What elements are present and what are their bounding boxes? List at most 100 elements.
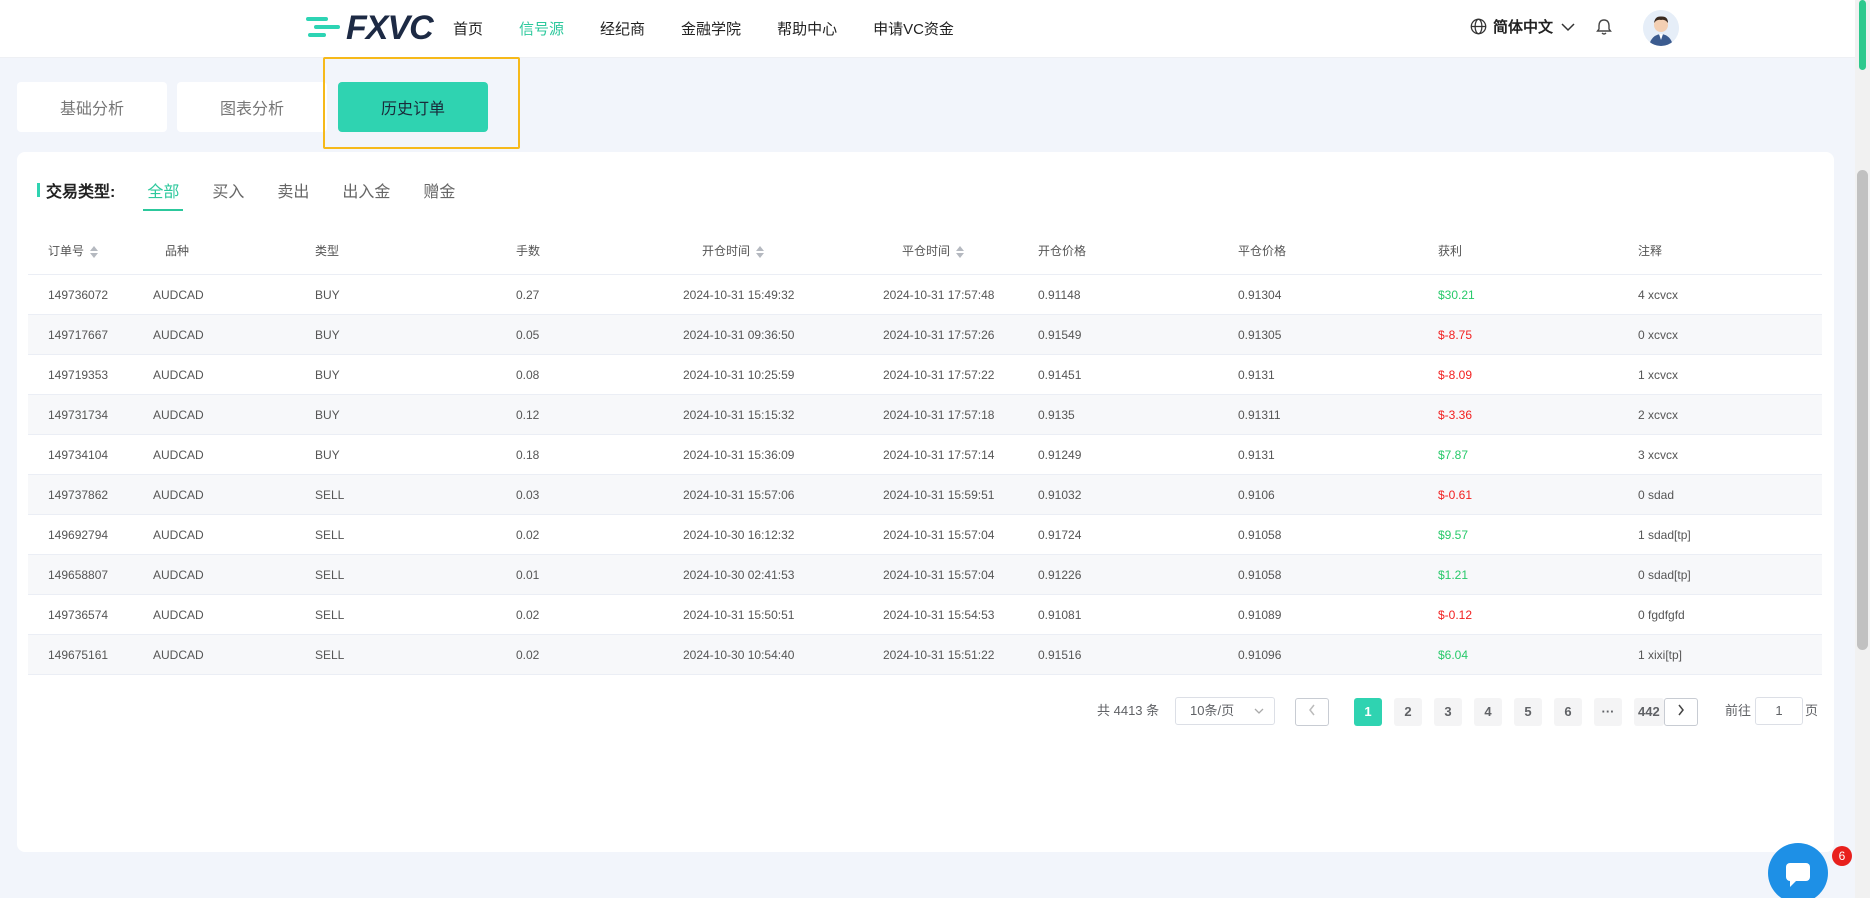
cell-open-time: 2024-10-31 15:36:09 — [683, 448, 795, 462]
filter-all[interactable]: 全部 — [143, 176, 184, 211]
language-selector[interactable]: 简体中文 — [1470, 16, 1581, 37]
nav-brokers[interactable]: 经纪商 — [600, 18, 645, 39]
cell-symbol: AUDCAD — [153, 448, 204, 462]
page-button-6[interactable]: 6 — [1554, 698, 1582, 726]
cell-open-time: 2024-10-30 10:54:40 — [683, 648, 795, 662]
col-close-price: 平仓价格 — [1238, 228, 1286, 275]
cell-close-time: 2024-10-31 17:57:18 — [883, 408, 995, 422]
col-order-id[interactable]: 订单号 — [48, 228, 99, 275]
col-type-label: 类型 — [315, 244, 340, 258]
chevron-right-icon — [1678, 704, 1684, 716]
col-open-price: 开仓价格 — [1038, 228, 1086, 275]
filter-bonus[interactable]: 赠金 — [419, 176, 459, 204]
col-profit-label: 获利 — [1438, 244, 1463, 258]
cell-profit: $-3.36 — [1438, 408, 1473, 422]
sort-icon[interactable] — [756, 245, 765, 258]
cell-close-price: 0.9106 — [1238, 488, 1275, 502]
tab-chart-analysis[interactable]: 图表分析 — [177, 82, 327, 132]
filter-deposit-withdraw[interactable]: 出入金 — [338, 176, 394, 204]
cell-symbol: AUDCAD — [153, 648, 204, 662]
col-close-price-label: 平仓价格 — [1238, 244, 1287, 258]
goto-page-input[interactable]: 1 — [1755, 697, 1803, 725]
col-close-time[interactable]: 平仓时间 — [902, 228, 965, 275]
cell-comment: 0 sdad[tp] — [1638, 568, 1691, 582]
fxvc-logo[interactable]: FXVC — [306, 11, 434, 45]
chat-bubble-icon — [1786, 863, 1810, 887]
nav-signals[interactable]: 信号源 — [519, 18, 564, 39]
cell-type: SELL — [315, 648, 345, 662]
notification-bell-icon[interactable] — [1596, 18, 1612, 41]
cell-open-time: 2024-10-31 15:50:51 — [683, 608, 795, 622]
cell-close-time: 2024-10-31 17:57:22 — [883, 368, 995, 382]
more-pages-button[interactable]: ··· — [1594, 698, 1622, 726]
table-row: 149736574 AUDCAD SELL 0.02 2024-10-31 15:50:… — [28, 595, 1822, 635]
cell-type: SELL — [315, 608, 345, 622]
filter-buy[interactable]: 买入 — [208, 176, 248, 204]
cell-lots: 0.08 — [516, 368, 540, 382]
cell-profit: $-8.75 — [1438, 328, 1473, 342]
page-button-2[interactable]: 2 — [1394, 698, 1422, 726]
col-lots-label: 手数 — [516, 244, 541, 258]
chevron-down-icon — [1561, 22, 1575, 31]
cell-comment: 4 xcvcx — [1638, 288, 1679, 302]
cell-profit: $1.21 — [1438, 568, 1469, 582]
cell-order-id: 149736072 — [48, 288, 109, 302]
nav-academy[interactable]: 金融学院 — [681, 18, 741, 39]
cell-close-time: 2024-10-31 15:51:22 — [883, 648, 995, 662]
cell-close-time: 2024-10-31 17:57:14 — [883, 448, 995, 462]
cell-close-time: 2024-10-31 17:57:48 — [883, 288, 995, 302]
nav-apply-vc[interactable]: 申请VC资金 — [873, 18, 954, 39]
cell-comment: 0 sdad — [1638, 488, 1675, 502]
page-button-1[interactable]: 1 — [1354, 698, 1382, 726]
cell-symbol: AUDCAD — [153, 288, 204, 302]
cell-order-id: 149737862 — [48, 488, 109, 502]
filter-sell[interactable]: 卖出 — [273, 176, 313, 204]
cell-close-time: 2024-10-31 17:57:26 — [883, 328, 995, 342]
page-size-select[interactable]: 10条/页 — [1175, 697, 1275, 725]
cell-close-time: 2024-10-31 15:59:51 — [883, 488, 995, 502]
cell-open-price: 0.91032 — [1038, 488, 1082, 502]
prev-page-button[interactable] — [1295, 698, 1329, 726]
nav-home[interactable]: 首页 — [453, 18, 483, 39]
cell-type: SELL — [315, 568, 345, 582]
cell-type: BUY — [315, 448, 340, 462]
page-button-3[interactable]: 3 — [1434, 698, 1462, 726]
cell-open-price: 0.91226 — [1038, 568, 1082, 582]
cell-profit: $30.21 — [1438, 288, 1475, 302]
title-marker — [37, 183, 40, 197]
col-open-time[interactable]: 开仓时间 — [702, 228, 765, 275]
col-order-id-label: 订单号 — [48, 244, 85, 258]
cell-lots: 0.02 — [516, 648, 540, 662]
table-row: 149737862 AUDCAD SELL 0.03 2024-10-31 15:57:… — [28, 475, 1822, 515]
tab-fundamental-analysis[interactable]: 基础分析 — [17, 82, 167, 132]
cell-close-price: 0.91058 — [1238, 528, 1282, 542]
cell-order-id: 149658807 — [48, 568, 109, 582]
cell-comment: 2 xcvcx — [1638, 408, 1679, 422]
sort-icon[interactable] — [956, 245, 965, 258]
cell-order-id: 149734104 — [48, 448, 109, 462]
cell-comment: 1 xcvcx — [1638, 368, 1679, 382]
globe-icon — [1470, 18, 1487, 35]
chat-support-button[interactable] — [1768, 843, 1828, 898]
nav-help[interactable]: 帮助中心 — [777, 18, 837, 39]
cell-close-price: 0.9131 — [1238, 448, 1275, 462]
pagination: 共 4413 条 10条/页 1 2 3 4 5 6 ··· 442 前往 1 页 — [17, 696, 1834, 726]
chat-unread-badge: 6 — [1832, 846, 1852, 866]
page-scrollbar[interactable] — [1855, 0, 1870, 898]
page-button-442[interactable]: 442 — [1634, 698, 1664, 726]
page-button-4[interactable]: 4 — [1474, 698, 1502, 726]
sort-icon[interactable] — [90, 245, 99, 258]
cell-symbol: AUDCAD — [153, 328, 204, 342]
cell-order-id: 149719353 — [48, 368, 109, 382]
cell-comment: 0 fgdfgfd — [1638, 608, 1685, 622]
page-button-5[interactable]: 5 — [1514, 698, 1542, 726]
col-open-time-label: 开仓时间 — [702, 244, 751, 258]
next-page-button[interactable] — [1664, 698, 1698, 726]
scrollbar-thumb[interactable] — [1857, 170, 1868, 650]
page-suffix: 页 — [1805, 703, 1819, 718]
cell-open-price: 0.91516 — [1038, 648, 1082, 662]
main-nav: 首页 信号源 经纪商 金融学院 帮助中心 申请VC资金 — [453, 0, 990, 56]
user-avatar[interactable] — [1643, 10, 1679, 46]
chevron-left-icon — [1309, 704, 1315, 716]
cell-profit: $9.57 — [1438, 528, 1469, 542]
